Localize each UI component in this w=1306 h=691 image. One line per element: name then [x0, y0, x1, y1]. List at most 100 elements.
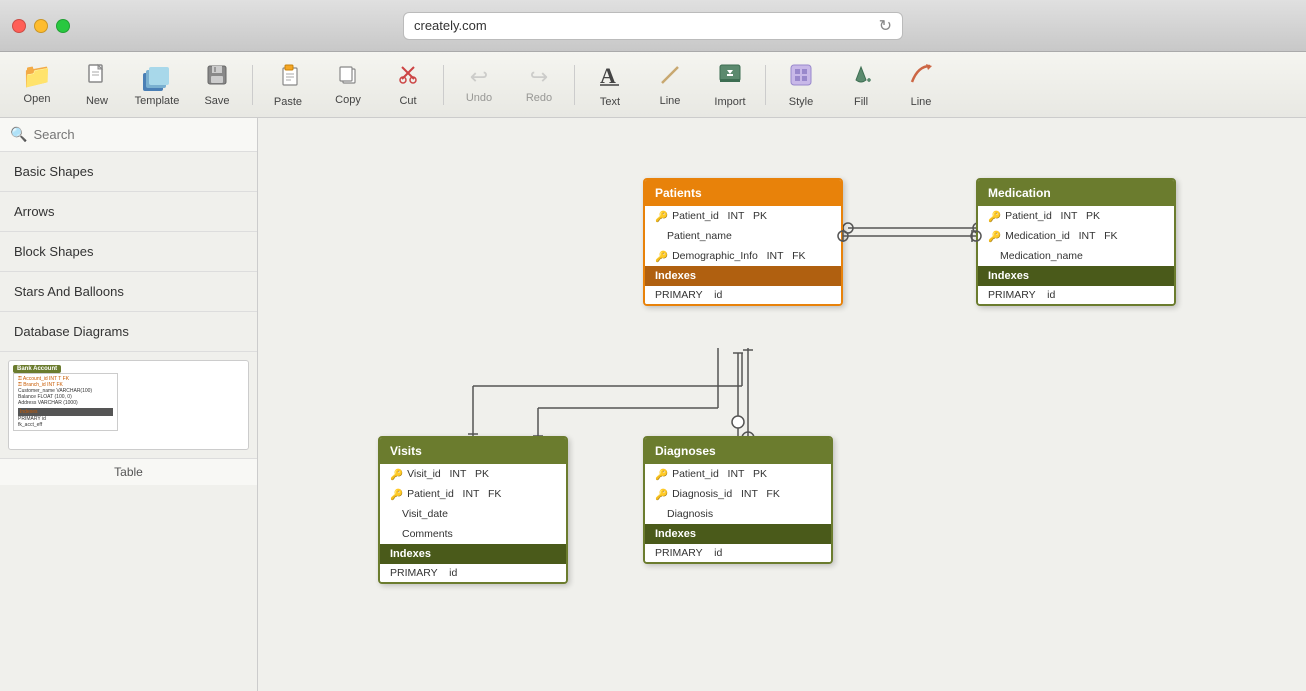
line-style-button[interactable]: Line: [892, 56, 950, 114]
template-button[interactable]: Template: [128, 56, 186, 114]
paste-button[interactable]: Paste: [259, 56, 317, 114]
visits-indexes-header: Indexes: [380, 544, 566, 564]
main-layout: 🔍 Basic Shapes Arrows Block Shapes Stars…: [0, 118, 1306, 691]
folder-icon: 📁: [22, 65, 52, 89]
refresh-icon[interactable]: ↻: [879, 16, 892, 36]
medication-header: Medication: [978, 180, 1174, 206]
new-icon: [85, 63, 109, 91]
cut-label: Cut: [399, 95, 416, 107]
url-bar[interactable]: creately.com ↻: [403, 12, 903, 40]
fill-button[interactable]: Fill: [832, 56, 890, 114]
diagnoses-table[interactable]: Diagnoses 🔑 Patient_id INT PK 🔑 Diagnosi…: [643, 436, 833, 564]
redo-icon: ↪: [530, 66, 548, 88]
new-button[interactable]: New: [68, 56, 126, 114]
maximize-button[interactable]: [56, 19, 70, 33]
import-button[interactable]: Import: [701, 56, 759, 114]
patients-indexes-header: Indexes: [645, 266, 841, 286]
diagnoses-index-row: PRIMARY id: [645, 544, 831, 562]
separator-1: [252, 65, 253, 105]
table-row: 🔑 Patient_id INT FK: [380, 484, 566, 504]
key-icon: 🔑: [655, 488, 668, 501]
table-row: 🔑 Patient_id INT PK: [978, 206, 1174, 226]
new-label: New: [86, 95, 108, 107]
save-label: Save: [204, 95, 229, 107]
fill-label: Fill: [854, 96, 868, 108]
sidebar-item-basic-shapes[interactable]: Basic Shapes: [0, 152, 257, 192]
separator-4: [765, 65, 766, 105]
key-icon: 🔑: [390, 468, 403, 481]
undo-button[interactable]: ↩ Undo: [450, 56, 508, 114]
toolbar: 📁 Open New Template: [0, 52, 1306, 118]
cut-button[interactable]: Cut: [379, 56, 437, 114]
diagnoses-header: Diagnoses: [645, 438, 831, 464]
sidebar-item-block-shapes[interactable]: Block Shapes: [0, 232, 257, 272]
visits-table[interactable]: Visits 🔑 Visit_id INT PK 🔑 Patient_id IN…: [378, 436, 568, 584]
table-row: Comments: [380, 524, 566, 544]
sidebar-item-label: Stars And Balloons: [14, 284, 124, 299]
import-icon: [717, 62, 743, 92]
text-button[interactable]: A Text: [581, 56, 639, 114]
redo-label: Redo: [526, 92, 552, 104]
table-row: 🔑 Patient_id INT PK: [645, 464, 831, 484]
undo-label: Undo: [466, 92, 492, 104]
template-thumbnail[interactable]: Bank Account ⚿ Account_id INT T FK ⚿ Bra…: [8, 360, 249, 450]
key-icon: 🔑: [655, 250, 668, 263]
template-icon: [143, 63, 171, 91]
medication-indexes-header: Indexes: [978, 266, 1174, 286]
open-button[interactable]: 📁 Open: [8, 56, 66, 114]
table-row: 🔑 Medication_id INT FK: [978, 226, 1174, 246]
template-label: Table: [0, 458, 257, 485]
diagnoses-indexes-header: Indexes: [645, 524, 831, 544]
search-input[interactable]: [33, 127, 247, 142]
table-row: 🔑 Diagnosis_id INT FK: [645, 484, 831, 504]
sidebar-item-arrows[interactable]: Arrows: [0, 192, 257, 232]
paste-label: Paste: [274, 96, 302, 108]
text-label: Text: [600, 96, 620, 108]
titlebar: creately.com ↻: [0, 0, 1306, 52]
redo-button[interactable]: ↪ Redo: [510, 56, 568, 114]
style-button[interactable]: Style: [772, 56, 830, 114]
canvas-area[interactable]: Patients 🔑 Patient_id INT PK Patient_nam…: [258, 118, 1306, 691]
close-button[interactable]: [12, 19, 26, 33]
sidebar: 🔍 Basic Shapes Arrows Block Shapes Stars…: [0, 118, 258, 691]
copy-button[interactable]: Copy: [319, 56, 377, 114]
style-label: Style: [789, 96, 813, 108]
traffic-lights: [12, 19, 70, 33]
cut-icon: [396, 63, 420, 91]
table-row: Diagnosis: [645, 504, 831, 524]
line-style-label: Line: [911, 96, 932, 108]
table-row: 🔑 Visit_id INT PK: [380, 464, 566, 484]
save-icon: [205, 63, 229, 91]
undo-icon: ↩: [470, 66, 488, 88]
sidebar-item-stars-balloons[interactable]: Stars And Balloons: [0, 272, 257, 312]
text-icon: A: [597, 61, 623, 92]
template-label: Template: [135, 95, 180, 107]
sidebar-item-label: Database Diagrams: [14, 324, 129, 339]
patients-table[interactable]: Patients 🔑 Patient_id INT PK Patient_nam…: [643, 178, 843, 306]
medication-table[interactable]: Medication 🔑 Patient_id INT PK 🔑 Medicat…: [976, 178, 1176, 306]
visits-index-row: PRIMARY id: [380, 564, 566, 582]
separator-3: [574, 65, 575, 105]
table-row: 🔑 Demographic_Info INT FK: [645, 246, 841, 266]
search-icon: 🔍: [10, 126, 27, 143]
sidebar-item-label: Basic Shapes: [14, 164, 94, 179]
separator-2: [443, 65, 444, 105]
table-row: Patient_name: [645, 226, 841, 246]
key-icon: 🔑: [655, 210, 668, 223]
save-button[interactable]: Save: [188, 56, 246, 114]
search-box: 🔍: [0, 118, 257, 152]
line-button[interactable]: Line: [641, 56, 699, 114]
key-icon: 🔑: [988, 230, 1001, 243]
line-draw-icon: [658, 63, 682, 91]
medication-body: 🔑 Patient_id INT PK 🔑 Medication_id INT …: [978, 206, 1174, 266]
patients-header: Patients: [645, 180, 841, 206]
key-icon: 🔑: [390, 488, 403, 501]
template-label-text: Table: [114, 465, 143, 479]
open-label: Open: [24, 93, 51, 105]
svg-text:A: A: [600, 63, 616, 87]
minimize-button[interactable]: [34, 19, 48, 33]
copy-icon: [337, 64, 359, 90]
sidebar-item-database-diagrams[interactable]: Database Diagrams: [0, 312, 257, 352]
key-icon: 🔑: [655, 468, 668, 481]
table-row: Visit_date: [380, 504, 566, 524]
